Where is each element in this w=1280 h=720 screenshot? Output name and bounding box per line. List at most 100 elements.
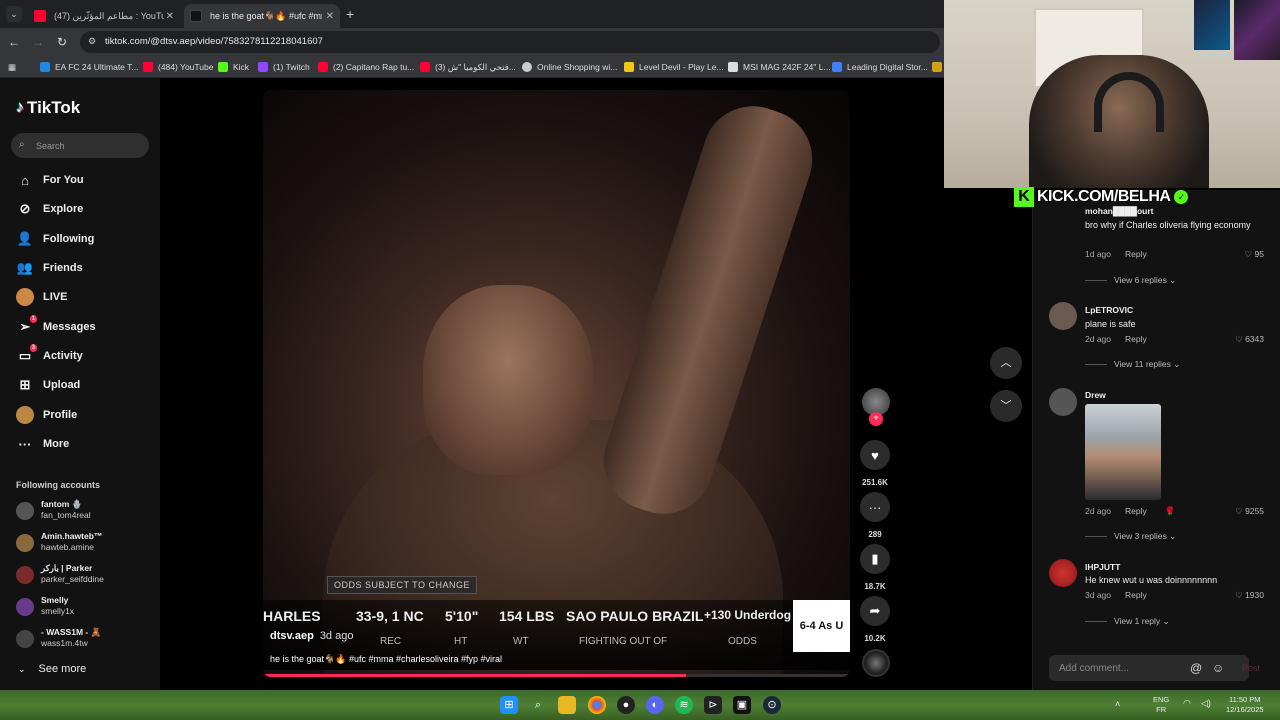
url-text[interactable]: tiktok.com/@dtsv.aep/video/7583278112218… xyxy=(105,36,323,47)
chrome-icon[interactable] xyxy=(588,696,606,714)
epic-games-icon[interactable]: ▣ xyxy=(733,696,751,714)
comment-input-box[interactable]: @ ☺ xyxy=(1049,655,1249,681)
comment-text: bro why if Charles oliveria flying econo… xyxy=(1085,220,1251,230)
author-name[interactable]: dtsv.aep xyxy=(270,630,314,642)
share-button[interactable]: ➦ 10.2K xyxy=(857,596,893,643)
follow-plus-icon[interactable]: + xyxy=(869,412,883,426)
bookmark-msi-monitor[interactable]: MSI MAG 242F 24" L... xyxy=(728,60,831,74)
video-author[interactable]: dtsv.aep 3d ago xyxy=(270,630,353,642)
view-replies[interactable]: View 11 replies ⌄ xyxy=(1085,359,1180,370)
nav-upload[interactable]: ⊞ Upload xyxy=(16,375,81,395)
bookmark-label: (484) YouTube xyxy=(158,62,214,72)
avatar[interactable] xyxy=(1049,302,1077,330)
close-tab-icon[interactable]: ✕ xyxy=(166,11,174,22)
avatar[interactable] xyxy=(1049,559,1077,587)
like-button[interactable]: ♥ 251.6K xyxy=(857,440,893,487)
previous-video-button[interactable]: ︿ xyxy=(990,347,1022,379)
reload-icon[interactable]: ↻ xyxy=(54,34,70,50)
comment-like[interactable]: ♡ 95 xyxy=(1245,249,1264,260)
reply-button[interactable]: Reply xyxy=(1125,506,1147,516)
nav-label: LIVE xyxy=(43,291,68,303)
reply-button[interactable]: Reply xyxy=(1125,590,1147,600)
comment-author[interactable]: LpETROVIC xyxy=(1085,305,1133,315)
bookmark-capitano[interactable]: (2) Capitano Rap tu... xyxy=(318,60,414,74)
nav-friends[interactable]: 👥 Friends xyxy=(16,258,83,278)
apps-grid-icon[interactable]: ▦ xyxy=(8,60,16,74)
site-info-icon[interactable]: ⚙ xyxy=(88,36,100,48)
avatar xyxy=(16,566,34,584)
browser-tab-tiktok[interactable]: he is the goat🐐🔥 #ufc #mma ✕ xyxy=(184,4,340,28)
mention-icon[interactable]: @ xyxy=(1190,661,1202,675)
comment-like-count: 1930 xyxy=(1245,590,1264,600)
nav-explore[interactable]: ⊘ Explore xyxy=(16,199,84,219)
discord-icon[interactable]: ◐ xyxy=(646,696,664,714)
video-caption[interactable]: he is the goat🐐🔥 #ufc #mma #charlesolive… xyxy=(270,654,502,665)
back-arrow-icon[interactable]: ← xyxy=(6,34,22,50)
sound-disc-icon[interactable] xyxy=(862,649,890,677)
language-indicator[interactable]: ENG FR xyxy=(1153,695,1169,715)
bookmark-kick[interactable]: Kick xyxy=(218,60,249,74)
reply-button[interactable]: Reply xyxy=(1125,249,1147,259)
post-button[interactable]: Post xyxy=(1242,663,1260,673)
comment-like[interactable]: ♡ 6343 xyxy=(1235,334,1264,345)
windows-start-icon[interactable]: ⊞ xyxy=(500,696,518,714)
comment-like[interactable]: ♡ 1930 xyxy=(1235,590,1264,601)
close-tab-icon[interactable]: ✕ xyxy=(326,11,334,22)
address-bar[interactable]: ⚙ tiktok.com/@dtsv.aep/video/75832781122… xyxy=(80,31,940,53)
bookmark-level-devil[interactable]: Level Devil - Play Le... xyxy=(624,60,724,74)
search-input[interactable] xyxy=(36,137,141,154)
view-replies[interactable]: View 3 replies ⌄ xyxy=(1085,531,1176,542)
bookmark-youtube[interactable]: (484) YouTube xyxy=(143,60,213,74)
nav-for-you[interactable]: ⌂ For You xyxy=(16,170,83,190)
file-explorer-icon[interactable] xyxy=(558,696,576,714)
comment-image[interactable] xyxy=(1085,404,1161,500)
bookmark-ea-fc[interactable]: EA FC 24 Ultimate T... xyxy=(40,60,138,74)
search-icon[interactable]: ⌕ xyxy=(529,696,547,714)
bookmark-online-shopping[interactable]: Online Shopping wi... xyxy=(522,60,617,74)
verified-check-icon: ✓ xyxy=(1174,190,1189,204)
bookmark-digital-store[interactable]: Leading Digital Stor... xyxy=(832,60,928,74)
spotify-icon[interactable]: ≋ xyxy=(675,696,693,714)
network-icon[interactable]: ◠ xyxy=(1183,698,1191,709)
nav-activity[interactable]: ▭ 3 Activity xyxy=(16,344,83,366)
app-icon[interactable]: ● xyxy=(617,696,635,714)
browser-tab-youtube[interactable]: (47) مطاعم المؤثّرين : YouTube ✕ xyxy=(28,4,180,28)
nav-profile[interactable]: Profile xyxy=(16,405,77,425)
view-replies-label: View 11 replies xyxy=(1114,359,1171,369)
emoji-icon[interactable]: ☺ xyxy=(1212,661,1224,675)
comment-author[interactable]: IHPJUTT xyxy=(1085,562,1120,572)
nav-more[interactable]: ··· More xyxy=(16,434,70,454)
chevron-down-icon: ⌄ xyxy=(18,663,26,674)
bookmark-label: MSI MAG 242F 24" L... xyxy=(743,62,831,72)
view-replies[interactable]: View 1 reply ⌄ xyxy=(1085,616,1170,627)
bookmark-arabic-video[interactable]: (3) فتحي الكوميا "ش... xyxy=(420,60,516,74)
comment-like[interactable]: ♡ 9255 xyxy=(1235,506,1264,517)
comment-input[interactable] xyxy=(1059,660,1189,676)
see-more-button[interactable]: ⌄ See more xyxy=(18,663,86,675)
tiktok-sidebar: ♪ TikTok ⌕ ⌂ For You ⊘ Explore 👤 Following … xyxy=(0,78,160,690)
comment-author[interactable]: Drew xyxy=(1085,390,1106,400)
terminal-icon[interactable]: ⊳ xyxy=(704,696,722,714)
clock[interactable]: 11:50 PM 12/16/2025 xyxy=(1226,695,1264,715)
video-player[interactable]: ODDS SUBJECT TO CHANGE HARLES 33-9, 1 NC… xyxy=(263,90,850,677)
nav-following[interactable]: 👤 Following xyxy=(16,229,94,249)
tab-search-button[interactable]: ⌄ xyxy=(6,6,22,22)
volume-icon[interactable]: ◁) xyxy=(1201,698,1211,709)
kick-icon xyxy=(218,62,228,72)
new-tab-button[interactable]: + xyxy=(346,6,360,22)
nav-messages[interactable]: ➢ 1 Messages xyxy=(16,315,96,337)
video-progress-bar[interactable] xyxy=(263,674,850,677)
tiktok-logo[interactable]: ♪ TikTok xyxy=(16,98,80,118)
bookmark-twitch[interactable]: (1) Twitch xyxy=(258,60,310,74)
steam-icon[interactable]: ⊙ xyxy=(763,696,781,714)
avatar[interactable] xyxy=(1049,388,1077,416)
comment-button[interactable]: ··· 289 xyxy=(857,492,893,539)
next-video-button[interactable]: ﹀ xyxy=(990,390,1022,422)
reply-button[interactable]: Reply xyxy=(1125,334,1147,344)
forward-arrow-icon[interactable]: → xyxy=(30,34,46,50)
tray-overflow-icon[interactable]: ˄ xyxy=(1115,699,1120,709)
save-button[interactable]: ▮ 18.7K xyxy=(857,544,893,591)
view-replies[interactable]: View 6 replies ⌄ xyxy=(1085,275,1176,286)
nav-live[interactable]: LIVE xyxy=(16,287,67,307)
search-box[interactable]: ⌕ xyxy=(11,133,149,158)
